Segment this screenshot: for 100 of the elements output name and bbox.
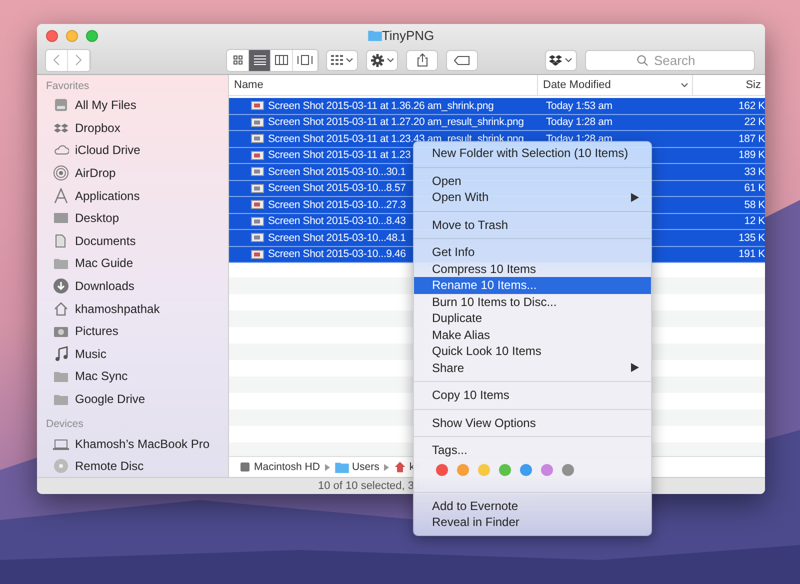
back-button[interactable] — [46, 50, 68, 70]
zoom-button[interactable] — [86, 30, 98, 42]
sidebar-item[interactable]: Mac Sync — [46, 365, 228, 388]
file-name: Screen Shot 2015-03-10...30.1 — [268, 166, 406, 178]
image-file-icon — [251, 150, 264, 160]
menu-item[interactable]: Rename 10 Items... — [414, 277, 651, 294]
sidebar-item[interactable]: Pictures — [46, 320, 228, 343]
sidebar-heading: Devices — [46, 417, 84, 432]
sidebar-item[interactable]: Applications — [46, 184, 228, 207]
file-name: Screen Shot 2015-03-11 at 1.23 — [268, 149, 411, 162]
size-cell-text: 58 K — [743, 198, 765, 211]
menu-item[interactable]: Copy 10 Items — [414, 387, 651, 404]
action-button[interactable] — [366, 50, 398, 70]
size-cell-text: 189 K — [738, 149, 765, 162]
image-file-icon — [251, 167, 264, 176]
sidebar-item[interactable]: Mac Guide — [46, 252, 228, 275]
chevron-icon — [324, 464, 330, 470]
view-mode-button[interactable] — [249, 50, 271, 70]
dropbox-icon — [549, 54, 562, 66]
menu-item[interactable]: Show View Options — [414, 414, 651, 431]
file-name: Screen Shot 2015-03-11 at 1.27.20 am_result_shrink.png — [268, 116, 524, 128]
path-item[interactable]: Macintosh HD — [254, 461, 320, 473]
submenu-arrow-icon — [631, 192, 639, 202]
file-name: Screen Shot 2015-03-10...8.57 — [268, 182, 406, 194]
dropbox-button[interactable] — [544, 50, 578, 70]
image-file-icon — [251, 250, 264, 259]
sidebar-item[interactable]: Google Drive — [46, 388, 228, 410]
file-name: Screen Shot 2015-03-10...27.3 — [268, 198, 406, 211]
file-name: Screen Shot 2015-03-10...8.43 — [268, 215, 406, 228]
arrange-button[interactable] — [326, 50, 358, 70]
tag-color-dot[interactable] — [520, 464, 532, 476]
tag-color-dot[interactable] — [541, 464, 553, 476]
chevron-icon — [384, 464, 390, 470]
file-row[interactable]: Screen Shot 2015-03-11 at 1.27.20 am_result_shrink.png Today 1:28 am 22 K — [229, 114, 765, 131]
tag-button[interactable] — [446, 50, 478, 70]
sidebar-item[interactable]: Khamosh’s MacBook Pro — [46, 432, 228, 455]
sidebar-item[interactable]: Desktop — [46, 206, 228, 230]
file-row[interactable]: Screen Shot 2015-03-11 at 1.36.26 am_shrink.png Today 1:53 am 162 K — [229, 98, 765, 114]
gear-icon — [370, 54, 384, 66]
menu-item[interactable]: Add to Evernote — [414, 498, 651, 514]
menu-item[interactable]: Tags... — [414, 442, 651, 458]
tag-color-dot[interactable] — [457, 464, 469, 476]
column-header[interactable]: Siz — [693, 75, 765, 95]
sidebar-item[interactable]: iCloud Drive — [46, 139, 228, 162]
path-item[interactable]: Users — [352, 461, 380, 473]
folder-icon — [334, 461, 349, 473]
house-icon — [394, 461, 406, 473]
menu-item[interactable]: Open With — [414, 189, 651, 206]
share-button[interactable] — [406, 50, 438, 70]
menu-item[interactable]: Share — [414, 360, 651, 376]
image-file-icon — [251, 134, 264, 144]
menu-item[interactable]: New Folder with Selection (10 Items) — [414, 145, 651, 162]
column-header[interactable]: Date Modified — [538, 75, 693, 95]
window-title: TinyPNG — [382, 28, 434, 42]
menu-item[interactable]: Reveal in Finder — [414, 514, 651, 530]
search-icon — [637, 54, 648, 66]
chevron-right-icon — [74, 54, 82, 66]
icon-view-icon — [232, 55, 243, 65]
menu-item[interactable]: Move to Trash — [414, 216, 651, 233]
sidebar-item[interactable]: Documents — [46, 230, 228, 252]
image-file-icon — [251, 101, 264, 110]
sidebar-item[interactable]: All My Files — [46, 94, 228, 117]
sidebar-item[interactable]: AirDrop — [46, 162, 228, 184]
submenu-arrow-icon — [631, 363, 639, 372]
date-cell-text: Today 1:53 am — [545, 100, 614, 112]
menu-item[interactable]: Burn 10 Items to Disc... — [414, 294, 651, 310]
view-mode-button[interactable] — [227, 50, 250, 70]
menu-item[interactable]: Quick Look 10 Items — [414, 343, 651, 360]
date-cell-text: Today 1:28 am — [545, 116, 614, 128]
sidebar-item[interactable]: Dropbox — [46, 116, 228, 140]
size-cell-text: 33 K — [743, 166, 765, 178]
sidebar-item[interactable]: Music — [46, 342, 228, 366]
search-field[interactable]: Search — [585, 50, 756, 70]
sidebar-item[interactable]: Downloads — [46, 274, 228, 298]
menu-item[interactable]: Compress 10 Items — [414, 260, 651, 277]
file-name: Screen Shot 2015-03-10...48.1 — [268, 232, 406, 244]
tag-color-dot[interactable] — [478, 464, 490, 476]
menu-item[interactable]: Get Info — [414, 244, 651, 260]
menu-item[interactable]: Open — [414, 172, 651, 189]
column-view-icon — [274, 55, 288, 65]
tag-color-dot[interactable] — [562, 464, 574, 476]
list-view-icon — [254, 55, 266, 65]
tag-color-dot[interactable] — [436, 464, 448, 476]
tag-color-dot[interactable] — [499, 464, 511, 476]
download-icon — [53, 278, 69, 294]
sidebar-item[interactable]: khamoshpathak — [46, 297, 228, 320]
image-file-icon — [251, 216, 264, 226]
share-icon — [416, 53, 428, 67]
file-name: Screen Shot 2015-03-11 at 1.36.26 am_shrink.png — [268, 100, 494, 112]
image-file-icon — [251, 233, 264, 242]
sidebar-item[interactable]: Remote Disc — [46, 454, 228, 478]
disc-icon — [53, 458, 69, 474]
column-header[interactable]: Name — [229, 75, 538, 95]
image-file-icon — [251, 118, 264, 127]
menu-item[interactable]: Duplicate — [414, 310, 651, 326]
house-icon — [53, 300, 69, 317]
menu-item[interactable]: Make Alias — [414, 326, 651, 343]
minimize-button[interactable] — [66, 30, 78, 42]
close-button[interactable] — [46, 30, 58, 42]
size-cell-text: 191 K — [738, 248, 765, 260]
